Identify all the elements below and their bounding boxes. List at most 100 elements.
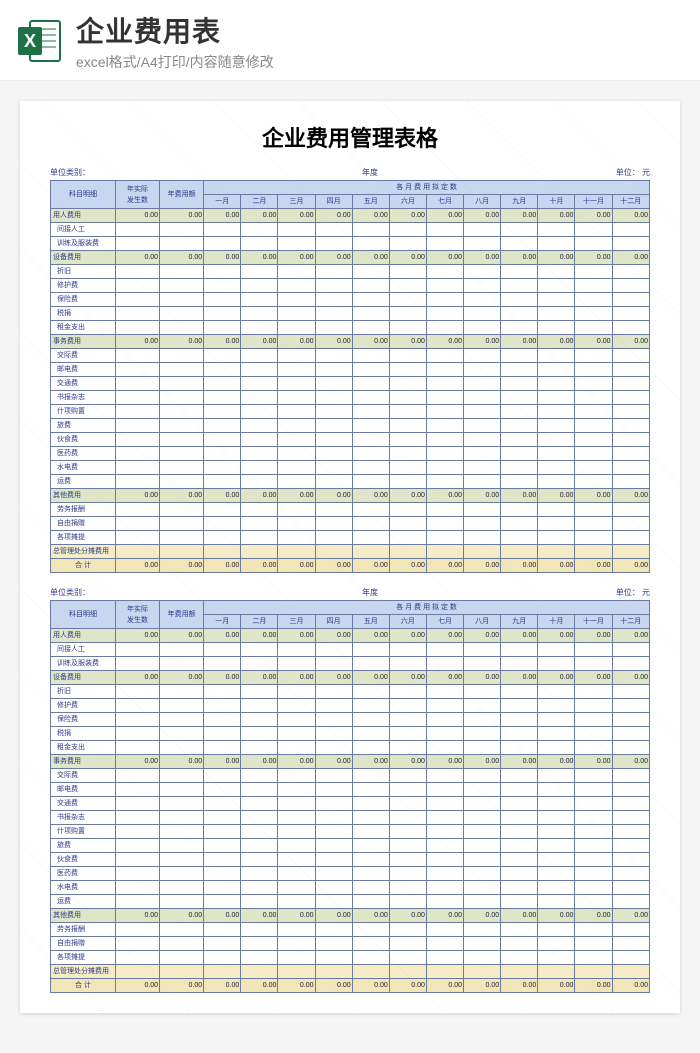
cell: [426, 321, 463, 335]
cell: [352, 965, 389, 979]
cell: 0.00: [426, 755, 463, 769]
cell: 0.00: [204, 979, 241, 993]
table-row: 水电费: [51, 881, 650, 895]
cell: 0.00: [204, 559, 241, 573]
cell: [315, 783, 352, 797]
cell: 0.00: [612, 629, 649, 643]
cell: [575, 741, 612, 755]
cell: [575, 825, 612, 839]
cell: [501, 545, 538, 559]
cell: [389, 391, 426, 405]
cell: [241, 839, 278, 853]
cell: [389, 447, 426, 461]
cell: [464, 307, 501, 321]
cell: [278, 811, 315, 825]
cell: [612, 363, 649, 377]
cell: 0.00: [278, 671, 315, 685]
cell: [160, 265, 204, 279]
cell: [426, 307, 463, 321]
row-name: 什项购置: [51, 825, 116, 839]
cell: [426, 447, 463, 461]
cell: [426, 293, 463, 307]
cell: [315, 475, 352, 489]
cell: 0.00: [160, 559, 204, 573]
cell: [389, 699, 426, 713]
table-row: 折旧: [51, 685, 650, 699]
cell: [204, 685, 241, 699]
cell: [278, 391, 315, 405]
cell: 0.00: [575, 671, 612, 685]
cell: [160, 447, 204, 461]
row-name: 旅费: [51, 419, 116, 433]
unit-label: 单位类别：: [50, 587, 170, 598]
cell: [315, 965, 352, 979]
cell: 0.00: [204, 335, 241, 349]
col-month: 九月: [501, 195, 538, 209]
cell: [464, 531, 501, 545]
cell: [426, 545, 463, 559]
row-name: 税捐: [51, 727, 116, 741]
cell: [160, 825, 204, 839]
cell: [160, 391, 204, 405]
cell: [315, 881, 352, 895]
cell: [241, 321, 278, 335]
cell: [612, 839, 649, 853]
cell: [204, 349, 241, 363]
cell: [612, 433, 649, 447]
cell: [426, 643, 463, 657]
cell: [464, 923, 501, 937]
cell: [538, 867, 575, 881]
cell: 0.00: [115, 209, 159, 223]
cell: [538, 349, 575, 363]
row-name: 间接人工: [51, 643, 116, 657]
cell: [538, 727, 575, 741]
cell: 0.00: [160, 489, 204, 503]
expense-table: 科目明细年实际发生数年费用额各 月 费 用 拟 定 数一月二月三月四月五月六月七…: [50, 180, 650, 573]
cell: 0.00: [389, 629, 426, 643]
cell: [115, 881, 159, 895]
cell: [501, 405, 538, 419]
cell: [315, 223, 352, 237]
cell: [315, 265, 352, 279]
cell: [204, 545, 241, 559]
cell: [241, 657, 278, 671]
cell: 0.00: [241, 629, 278, 643]
cell: 0.00: [389, 979, 426, 993]
cell: [204, 867, 241, 881]
cell: [241, 937, 278, 951]
cell: [575, 937, 612, 951]
cell: [160, 699, 204, 713]
cell: 0.00: [575, 755, 612, 769]
cell: [160, 545, 204, 559]
cell: 0.00: [278, 755, 315, 769]
cell: [204, 447, 241, 461]
cell: [278, 349, 315, 363]
cell: 0.00: [389, 671, 426, 685]
cell: [204, 811, 241, 825]
cell: [389, 923, 426, 937]
cell: [612, 503, 649, 517]
cell: 0.00: [389, 559, 426, 573]
row-name: 间接人工: [51, 223, 116, 237]
cell: 0.00: [538, 979, 575, 993]
table-row: 邮电费: [51, 783, 650, 797]
cell: [204, 825, 241, 839]
row-name: 其他费用: [51, 489, 116, 503]
cell: [204, 503, 241, 517]
cell: [160, 685, 204, 699]
row-name: 设备费用: [51, 251, 116, 265]
cell: [464, 727, 501, 741]
cell: [315, 923, 352, 937]
cell: 0.00: [575, 489, 612, 503]
cell: [464, 937, 501, 951]
cell: 0.00: [538, 629, 575, 643]
cell: [160, 965, 204, 979]
cell: [160, 279, 204, 293]
cell: [501, 237, 538, 251]
cell: 0.00: [241, 755, 278, 769]
cell: [538, 503, 575, 517]
document-page: 企业费用管理表格 单位类别：年度单位： 元科目明细年实际发生数年费用额各 月 费…: [20, 101, 680, 1013]
cell: [575, 867, 612, 881]
cell: 0.00: [241, 909, 278, 923]
cell: [501, 503, 538, 517]
